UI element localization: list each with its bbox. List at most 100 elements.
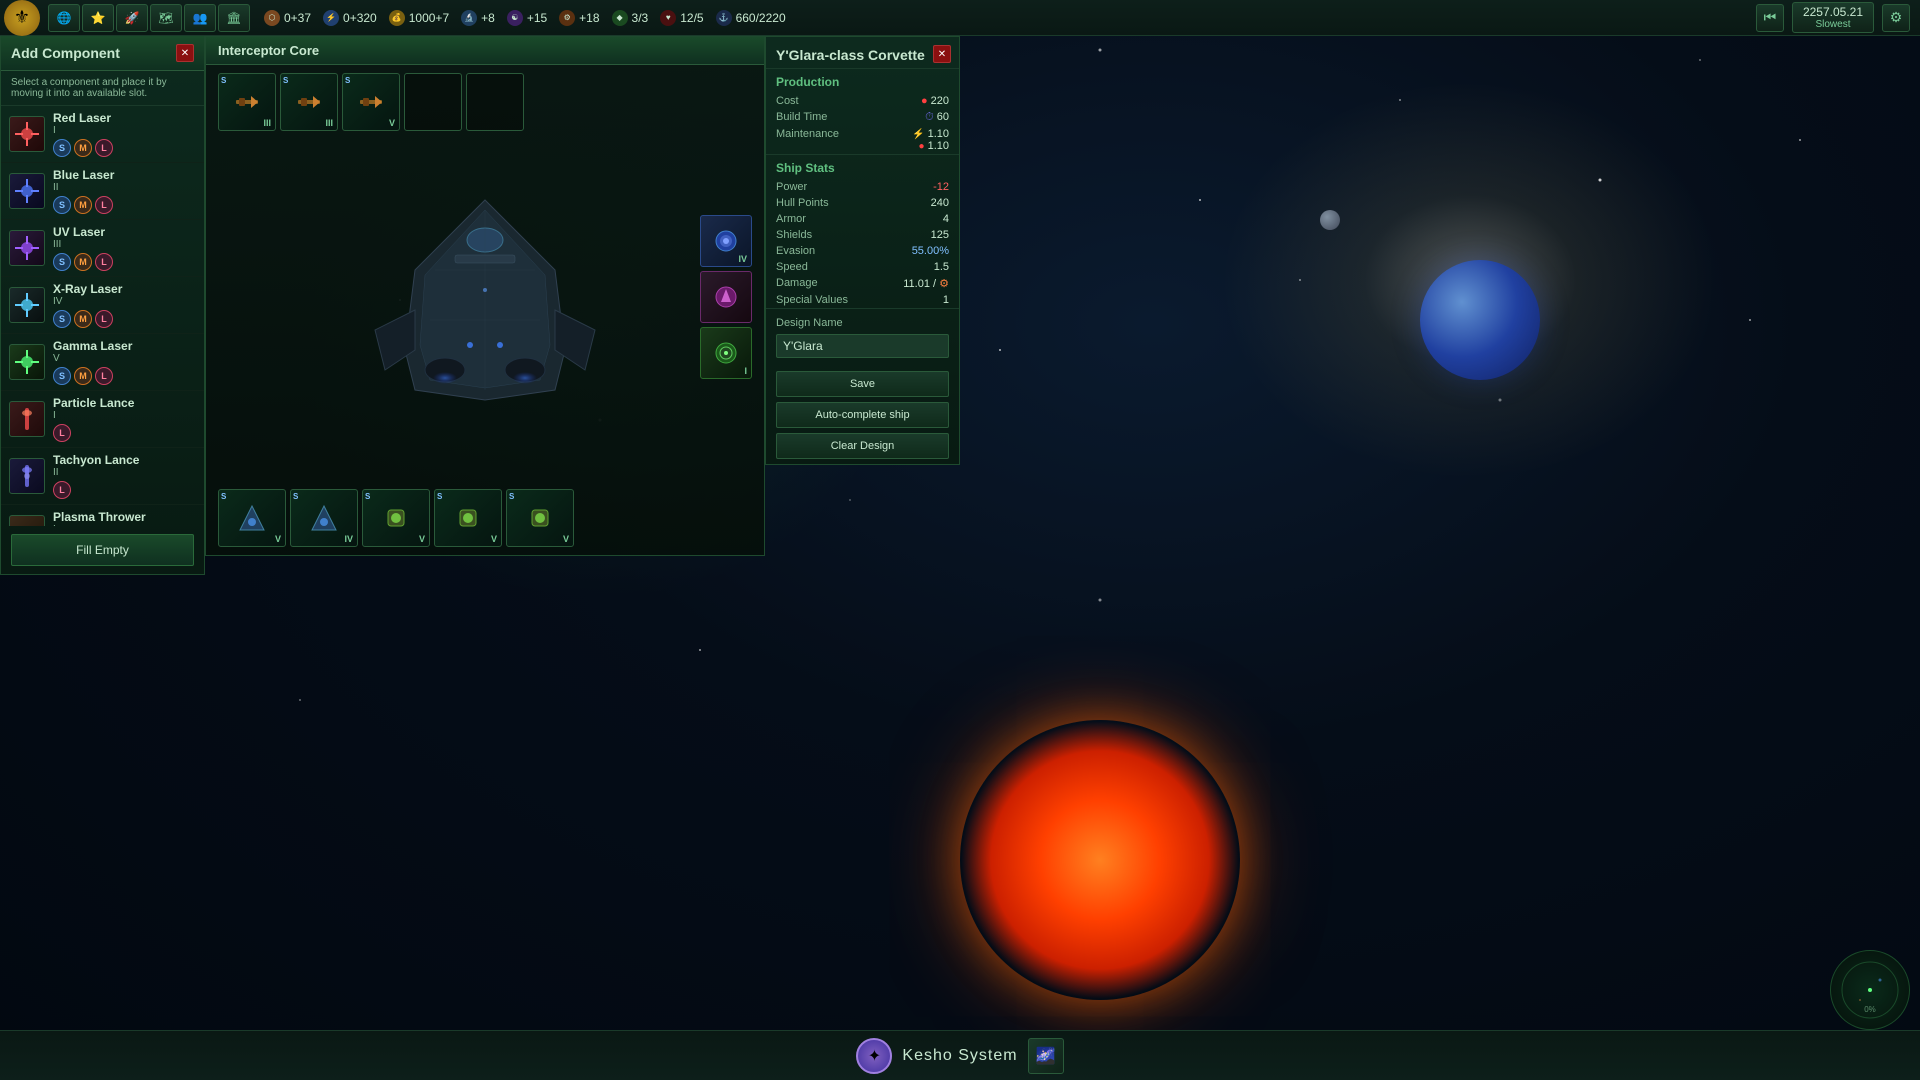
design-name-input[interactable] [776,334,949,358]
red-laser-tier: I [53,125,196,136]
weapon-slot-1[interactable]: S III [218,73,276,131]
tag-l-6: L [53,424,71,442]
bottom-slot-1[interactable]: S V [218,489,286,547]
side-slot-2[interactable] [700,271,752,323]
close-info-btn[interactable]: ✕ [933,45,951,63]
tachyon-lance-tags: L [53,481,196,499]
bottom-slot-type-5: S [509,492,514,501]
save-btn[interactable]: Save [776,371,949,397]
component-plasma-thrower[interactable]: Plasma Thrower I S M L [1,505,204,526]
tag-l-2: L [95,196,113,214]
xray-laser-tier: IV [53,296,196,307]
component-tachyon-lance[interactable]: Tachyon Lance II L [1,448,204,505]
ship-visual [315,170,655,450]
bottom-slot-2[interactable]: S IV [290,489,358,547]
speed-value: 1.5 [934,261,949,273]
bottom-slot-type-2: S [293,492,298,501]
side-slot-3-tier: I [744,366,747,376]
bottom-slot-2-icon [308,502,340,534]
ship-info-panel: ✕ Y'Glara-class Corvette Production Cost… [765,36,960,465]
damage-label: Damage [776,277,818,290]
close-panel-btn[interactable]: ✕ [176,44,194,62]
stability-icon: ♥ [660,10,676,26]
tag-s-3: S [53,253,71,271]
nav-btn-5[interactable]: 👥 [184,4,216,32]
blue-laser-tier: II [53,182,196,193]
panel-title: Add Component [11,45,120,61]
plasma-thrower-tier: I [53,524,196,526]
tag-l-4: L [95,310,113,328]
side-slot-3[interactable]: I [700,327,752,379]
gamma-laser-tags: S M L [53,367,196,385]
nav-btn-4[interactable]: 🗺 [150,4,182,32]
bottom-slot-tier-1: V [275,534,281,544]
gamma-laser-name: Gamma Laser [53,339,196,353]
shields-label: Shields [776,229,812,241]
side-slot-2-icon [711,282,741,312]
bottom-slot-type-4: S [437,492,442,501]
bottom-slot-1-icon [236,502,268,534]
tag-s: S [53,139,71,157]
system-icon[interactable]: ✦ [856,1038,892,1074]
plasma-thrower-name: Plasma Thrower [53,510,196,524]
nav-btn-3[interactable]: 🚀 [116,4,148,32]
navy-icon: ⚓ [716,10,732,26]
component-xray-laser[interactable]: X-Ray Laser IV S M L [1,277,204,334]
slot-type-3: S [345,76,350,85]
special-values-label: Special Values [776,294,848,306]
tachyon-lance-info: Tachyon Lance II L [53,453,196,499]
nav-btn-2[interactable]: ⭐ [82,4,114,32]
tag-m-3: M [74,253,92,271]
minerals-icon: ⬡ [264,10,280,26]
tag-m-5: M [74,367,92,385]
prev-date-btn[interactable]: ⏮ [1756,4,1784,32]
clear-design-btn[interactable]: Clear Design [776,433,949,459]
component-particle-lance[interactable]: Particle Lance I L [1,391,204,448]
side-slot-1[interactable]: IV [700,215,752,267]
evasion-value: 55.00% [912,245,949,257]
component-gamma-laser[interactable]: Gamma Laser V S M L [1,334,204,391]
weapon-slot-4-empty[interactable] [404,73,462,131]
nav-buttons: 🌐 ⭐ 🚀 🗺 👥 🏛 [48,4,250,32]
component-red-laser[interactable]: Red Laser I S M L [1,106,204,163]
galaxy-view-icon[interactable]: 🌌 [1028,1038,1064,1074]
armor-label: Armor [776,213,806,225]
tech-icon: 🔬 [461,10,477,26]
bottom-slot-tier-2: IV [344,534,353,544]
red-laser-name: Red Laser [53,111,196,125]
xray-laser-tags: S M L [53,310,196,328]
mini-map[interactable]: 0% [1830,950,1910,1030]
tag-l-3: L [95,253,113,271]
hull-value: 240 [931,197,949,209]
particle-lance-tier: I [53,410,196,421]
nav-btn-6[interactable]: 🏛 [218,4,250,32]
resource-energy: ⚡ 0+320 [323,10,377,26]
side-slot-1-tier: IV [738,254,747,264]
panel-header: Add Component ✕ [1,36,204,71]
ship-stats-header: Ship Stats [766,154,959,179]
gamma-laser-info: Gamma Laser V S M L [53,339,196,385]
bottom-slot-5[interactable]: S V [506,489,574,547]
special-values-value: 1 [943,294,949,306]
nav-btn-1[interactable]: 🌐 [48,4,80,32]
bottom-slot-3[interactable]: S V [362,489,430,547]
fill-empty-btn[interactable]: Fill Empty [11,534,194,566]
weapon-slot-2[interactable]: S III [280,73,338,131]
empire-icon[interactable]: ⚜ [4,0,40,36]
bottom-slot-tier-4: V [491,534,497,544]
tag-l: L [95,139,113,157]
weapon-slot-3[interactable]: S V [342,73,400,131]
weapon-slot-5-empty[interactable] [466,73,524,131]
particle-lance-info: Particle Lance I L [53,396,196,442]
bottom-slot-5-icon [524,502,556,534]
settings-btn[interactable]: ⚙ [1882,4,1910,32]
power-row: Power -12 [766,179,959,195]
bottom-slot-4[interactable]: S V [434,489,502,547]
auto-complete-btn[interactable]: Auto-complete ship [776,402,949,428]
uv-laser-name: UV Laser [53,225,196,239]
hull-row: Hull Points 240 [766,195,959,211]
plasma-thrower-info: Plasma Thrower I S M L [53,510,196,526]
date-display: 2257.05.21 Slowest [1792,2,1874,33]
component-blue-laser[interactable]: Blue Laser II S M L [1,163,204,220]
component-uv-laser[interactable]: UV Laser III S M L [1,220,204,277]
